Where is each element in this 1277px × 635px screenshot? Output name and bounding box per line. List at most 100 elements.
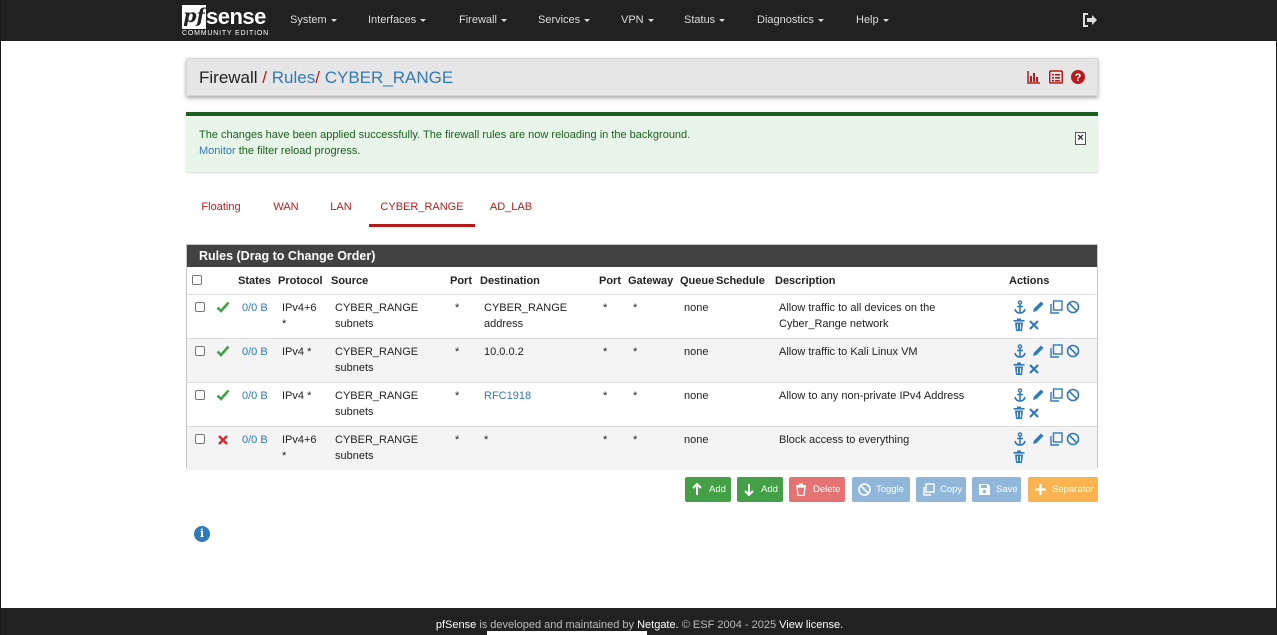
ban-icon[interactable]	[1066, 432, 1080, 449]
check-icon[interactable]	[216, 389, 230, 404]
view-license-link[interactable]: View license.	[779, 619, 843, 631]
pencil-icon[interactable]	[1031, 344, 1045, 361]
menu-firewall[interactable]: Firewall	[459, 0, 507, 41]
source-line: CYBER_RANGE	[335, 302, 419, 314]
trash-icon[interactable]	[1012, 362, 1026, 379]
x-icon[interactable]	[1028, 319, 1040, 334]
svg-text:?: ?	[1075, 72, 1082, 84]
anchor-icon[interactable]	[1013, 344, 1027, 361]
rule-states[interactable]: 0/0 B	[242, 388, 268, 404]
check-icon[interactable]	[216, 345, 230, 360]
pencil-icon[interactable]	[1031, 432, 1045, 449]
toggle-button[interactable]: Toggle	[852, 477, 910, 502]
menu-help[interactable]: Help	[856, 0, 889, 41]
protocol-line: IPv4+6	[282, 434, 317, 446]
source-line: subnets	[335, 318, 374, 330]
sign-out-icon[interactable]	[1082, 13, 1098, 27]
trash-icon[interactable]	[1012, 406, 1026, 423]
menu-diagnostics[interactable]: Diagnostics	[757, 0, 824, 41]
rule-queue: none	[684, 346, 709, 358]
anchor-icon[interactable]	[1013, 388, 1027, 405]
panel-title: Rules (Drag to Change Order)	[187, 245, 1097, 267]
menu-interfaces[interactable]: Interfaces	[368, 0, 427, 41]
rule-row[interactable]: 0/0 B IPv4+6 * CYBER_RANGE subnets * * * * none Bl…	[187, 426, 1097, 470]
rule-states[interactable]: 0/0 B	[242, 300, 268, 316]
pencil-icon[interactable]	[1031, 300, 1045, 317]
rule-source-port: *	[455, 434, 460, 446]
tab-ad-lab[interactable]: AD_LAB	[481, 201, 541, 227]
x-icon[interactable]	[217, 434, 229, 449]
copy-icon[interactable]	[1049, 388, 1063, 405]
select-all-checkbox[interactable]	[192, 275, 202, 285]
pencil-icon[interactable]	[1031, 388, 1045, 405]
tab-lan[interactable]: LAN	[319, 201, 363, 227]
x-icon[interactable]	[1028, 363, 1040, 378]
rule-row[interactable]: 0/0 B IPv4 * CYBER_RANGE subnets * RFC1918 * * n…	[187, 382, 1097, 426]
source-line: subnets	[335, 362, 374, 374]
monitor-link[interactable]: Monitor	[199, 145, 236, 157]
rule-states[interactable]: 0/0 B	[242, 432, 268, 448]
col-protocol: Protocol	[278, 275, 323, 287]
ban-icon[interactable]	[1066, 300, 1080, 317]
caret-down-icon	[817, 18, 824, 22]
check-icon[interactable]	[216, 301, 230, 316]
rule-row[interactable]: 0/0 B IPv4 * CYBER_RANGE subnets * 10.0.0.2 * *…	[187, 338, 1097, 382]
tab-floating[interactable]: Floating	[187, 201, 255, 227]
copy-icon[interactable]	[1049, 432, 1063, 449]
rule-checkbox[interactable]	[195, 434, 205, 444]
menu-vpn[interactable]: VPN	[621, 0, 654, 41]
netgate-link[interactable]: Netgate.	[637, 619, 679, 631]
breadcrumb-rules-link[interactable]: Rules	[272, 68, 315, 87]
anchor-icon[interactable]	[1013, 432, 1027, 449]
protocol-line: *	[282, 450, 287, 462]
menu-label: Diagnostics	[757, 14, 814, 26]
separator-button[interactable]: Separator	[1028, 477, 1098, 502]
footer-text: is developed and maintained by	[476, 619, 638, 631]
rule-protocol: IPv4 *	[282, 388, 311, 404]
copy-icon[interactable]	[1049, 344, 1063, 361]
source-line: CYBER_RANGE	[335, 390, 419, 402]
rules-panel: Rules (Drag to Change Order) States Prot…	[186, 244, 1098, 470]
breadcrumb-current[interactable]: CYBER_RANGE	[325, 68, 453, 87]
tab-cyber-range[interactable]: CYBER_RANGE	[369, 201, 475, 227]
rule-destination[interactable]: RFC1918	[484, 388, 531, 404]
menu-status[interactable]: Status	[684, 0, 726, 41]
rule-dest-port: *	[603, 346, 608, 358]
rule-checkbox[interactable]	[195, 302, 205, 312]
trash-icon[interactable]	[1012, 318, 1026, 335]
footer-copyright: © ESF 2004 - 2025	[678, 619, 780, 631]
copy-button[interactable]: Copy	[916, 477, 966, 502]
bar-chart-icon[interactable]	[1027, 70, 1041, 84]
close-icon[interactable]: ×	[1075, 132, 1086, 145]
list-icon[interactable]	[1048, 70, 1063, 84]
rule-row[interactable]: 0/0 B IPv4+6 * CYBER_RANGE subnets * CYBER_RAN…	[187, 294, 1097, 338]
rule-checkbox[interactable]	[195, 390, 205, 400]
save-button[interactable]: Save	[972, 477, 1021, 502]
tab-wan[interactable]: WAN	[263, 201, 309, 227]
ban-icon[interactable]	[1066, 388, 1080, 405]
rule-queue: none	[684, 390, 709, 402]
ban-icon[interactable]	[1066, 344, 1080, 361]
col-description: Description	[775, 275, 836, 287]
caret-down-icon	[647, 18, 654, 22]
pfsense-logo[interactable]: pf sense COMMUNITY EDITION	[182, 4, 272, 38]
help-icon[interactable]: ?	[1071, 70, 1085, 84]
anchor-icon[interactable]	[1013, 300, 1027, 317]
info-icon[interactable]: i	[194, 526, 210, 542]
delete-button[interactable]: Delete	[789, 477, 845, 502]
menu-system[interactable]: System	[290, 0, 337, 41]
footer-brand: pfSense	[435, 619, 477, 631]
add-top-button[interactable]: Add	[685, 477, 731, 502]
trash-icon[interactable]	[1012, 450, 1026, 467]
rule-source: CYBER_RANGE subnets	[335, 432, 418, 464]
x-icon[interactable]	[1028, 407, 1040, 422]
copy-icon[interactable]	[1049, 300, 1063, 317]
rule-checkbox[interactable]	[195, 346, 205, 356]
rule-gateway: *	[633, 390, 638, 402]
rule-source: CYBER_RANGEsubnets	[335, 300, 418, 332]
add-bottom-button[interactable]: Add	[737, 477, 783, 502]
col-destination: Destination	[480, 275, 540, 287]
add-top-label: Add	[709, 484, 726, 495]
rule-states[interactable]: 0/0 B	[242, 344, 268, 360]
menu-services[interactable]: Services	[538, 0, 591, 41]
